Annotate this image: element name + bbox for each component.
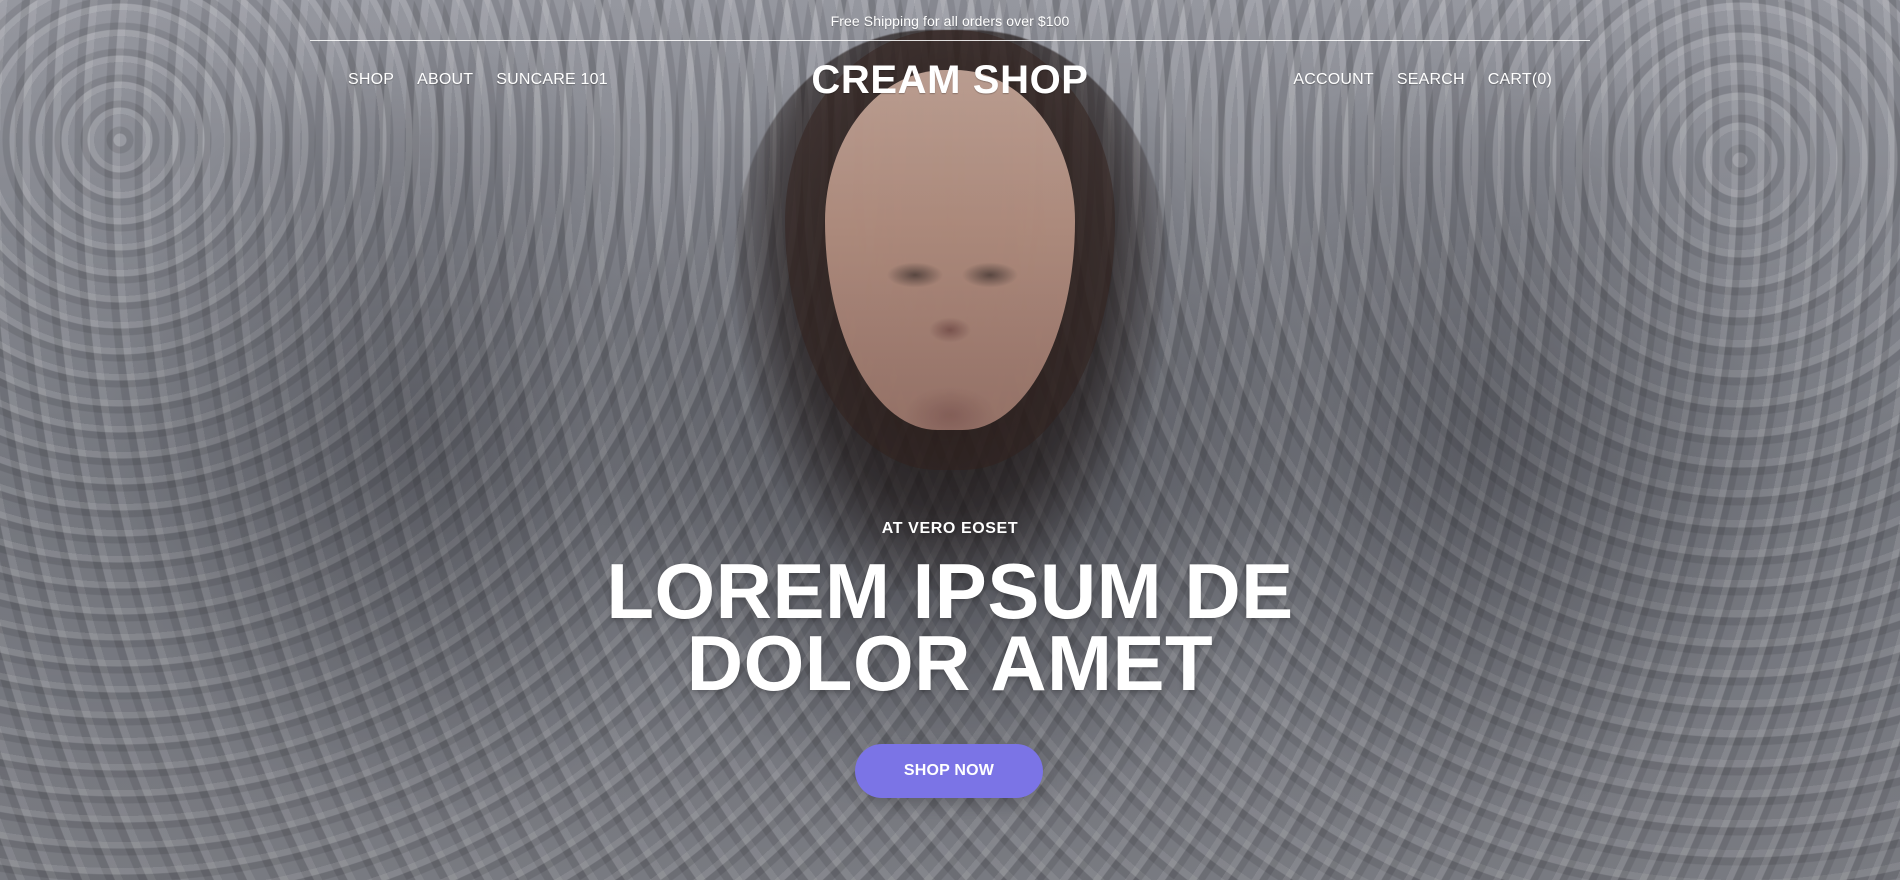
nav-link-account[interactable]: ACCOUNT (1293, 71, 1374, 89)
left-nav: SHOP ABOUT SUNCARE 101 (348, 71, 608, 89)
nav-link-cart[interactable]: CART(0) (1488, 71, 1552, 89)
announcement-text: Free Shipping for all orders over $100 (830, 13, 1070, 29)
nav-link-about[interactable]: ABOUT (417, 71, 473, 89)
hero-content: AT VERO EOSET LOREM IPSUM DE DOLOR AMET (0, 520, 1900, 707)
site-header: SHOP ABOUT SUNCARE 101 CREAM SHOP ACCOUN… (310, 55, 1590, 105)
shop-now-button[interactable]: SHOP NOW (855, 744, 1043, 798)
announcement-bar: Free Shipping for all orders over $100 (0, 0, 1900, 42)
right-nav: ACCOUNT SEARCH CART(0) (1293, 71, 1552, 89)
hero-headline-line-2: DOLOR AMET (686, 618, 1214, 707)
nav-link-suncare-101[interactable]: SUNCARE 101 (496, 71, 608, 89)
header-divider (310, 40, 1590, 41)
nav-link-shop[interactable]: SHOP (348, 71, 394, 89)
hero-kicker: AT VERO EOSET (881, 520, 1019, 537)
hero-headline: LOREM IPSUM DE DOLOR AMET (0, 547, 1900, 707)
hero-section: Free Shipping for all orders over $100 S… (0, 0, 1900, 880)
hero-headline-line-1: LOREM IPSUM DE (606, 547, 1294, 635)
nav-link-search[interactable]: SEARCH (1397, 71, 1465, 89)
site-logo[interactable]: CREAM SHOP (811, 58, 1088, 103)
